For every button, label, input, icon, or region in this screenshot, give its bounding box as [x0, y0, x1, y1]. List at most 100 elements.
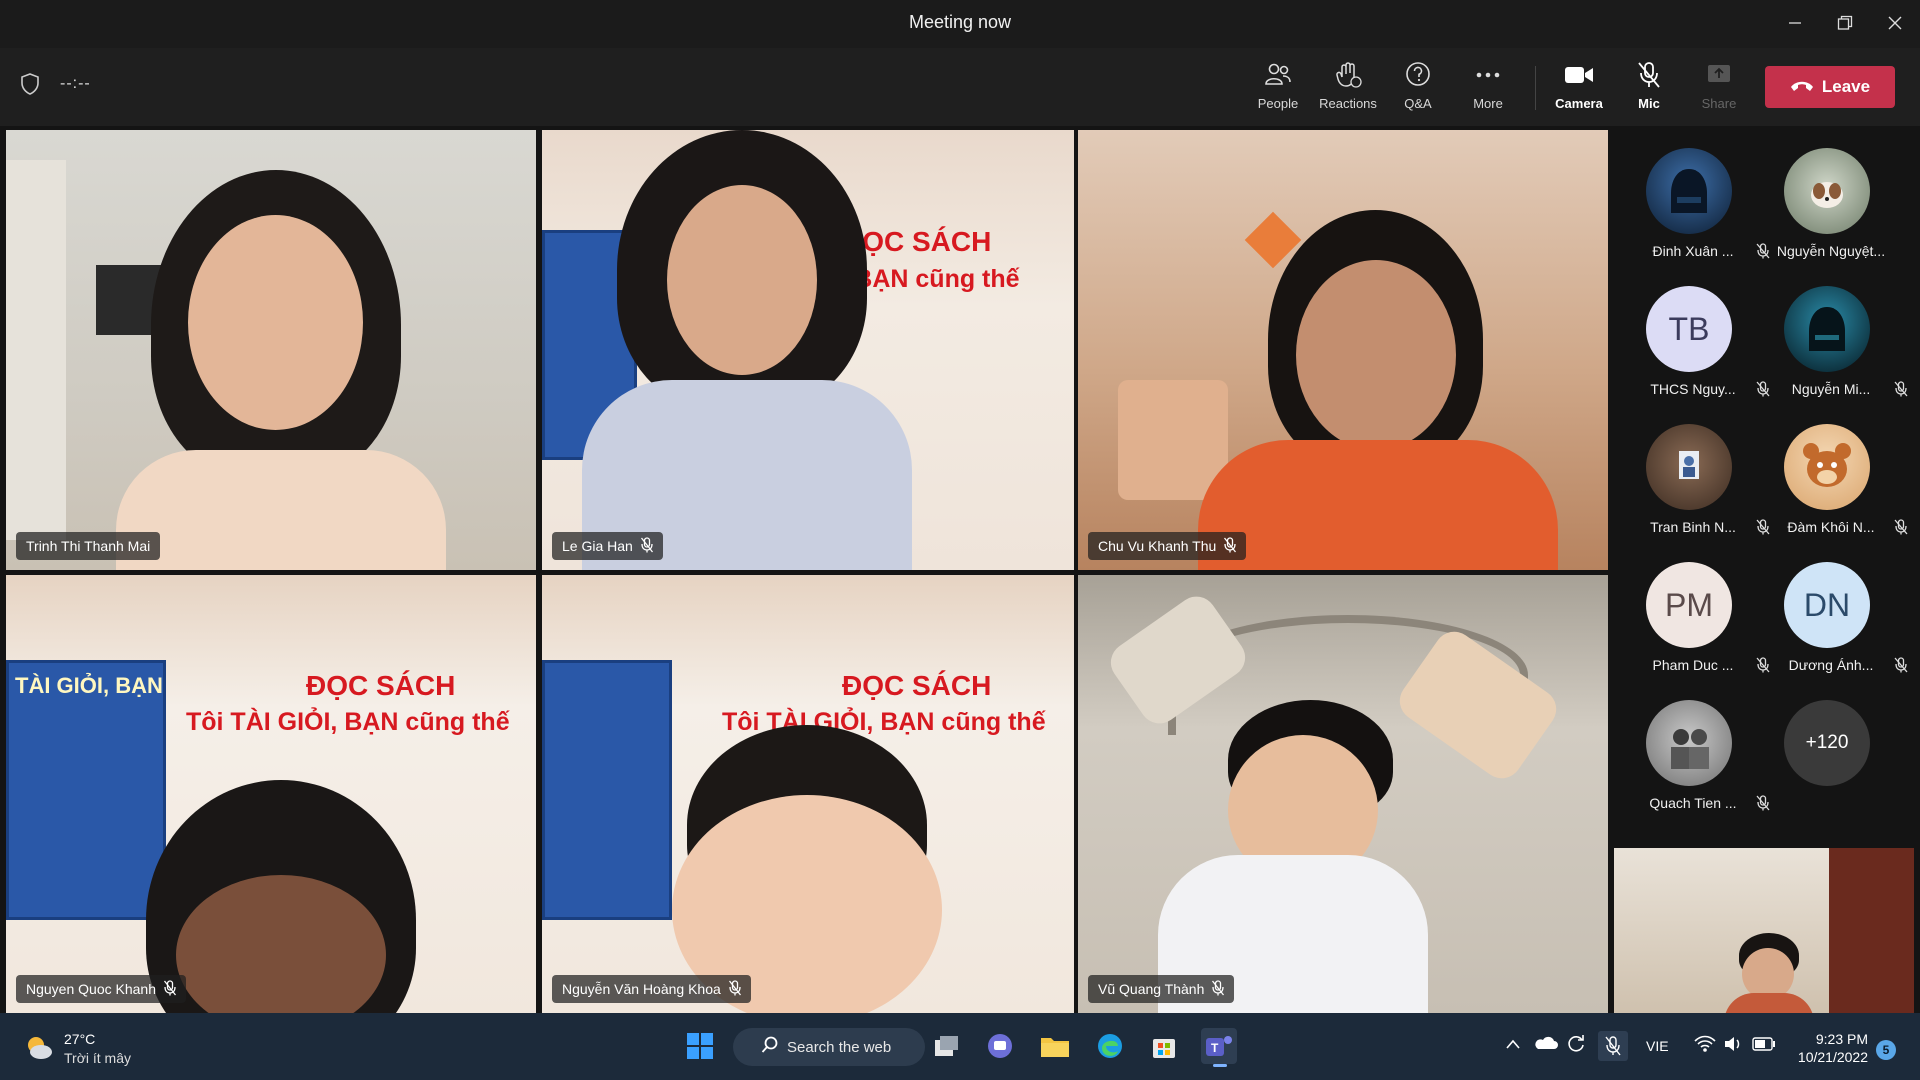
task-view-icon — [935, 1036, 958, 1056]
participant-roster: Đinh Xuân ... Nguyễn Nguyệt... TB THCS N… — [1612, 130, 1920, 842]
mic-muted-icon — [1224, 536, 1237, 556]
mic-muted-icon — [1894, 381, 1908, 397]
roster-participant[interactable]: Nguyễn Mi... — [1762, 268, 1908, 398]
reactions-button[interactable]: Reactions — [1316, 60, 1380, 116]
roster-participant[interactable]: PM Pham Duc ... — [1624, 544, 1770, 674]
avatar-initials: TB — [1646, 286, 1732, 372]
minimize-icon — [1789, 22, 1801, 24]
windows-logo-icon — [687, 1033, 713, 1059]
more-label: More — [1473, 96, 1503, 111]
participant-name: Nguyen Quoc Khanh — [26, 981, 156, 997]
more-participants-button[interactable]: +120 — [1762, 682, 1900, 812]
mic-muted-tray-icon[interactable] — [1598, 1031, 1628, 1061]
qa-button[interactable]: Q&A — [1386, 60, 1450, 116]
more-button[interactable]: More — [1456, 60, 1520, 116]
battery-icon[interactable] — [1752, 1037, 1776, 1056]
edge-browser-button[interactable] — [1092, 1028, 1128, 1064]
chevron-up-icon[interactable] — [1505, 1037, 1521, 1055]
share-icon — [1704, 60, 1734, 90]
video-tile[interactable]: Trinh Thi Thanh Mai — [6, 130, 536, 570]
weather-icon[interactable] — [22, 1032, 54, 1067]
notification-badge[interactable]: 5 — [1876, 1040, 1896, 1060]
roster-name: Quach Tien ... — [1649, 795, 1737, 811]
weather-temperature[interactable]: 27°C — [64, 1031, 95, 1047]
participant-face — [188, 215, 363, 430]
roster-name: Đinh Xuân ... — [1652, 243, 1734, 259]
people-icon — [1263, 60, 1293, 90]
taskbar-search[interactable]: Search the web — [733, 1028, 925, 1066]
roster-name: THCS Nguy... — [1650, 381, 1736, 397]
mic-button[interactable]: Mic — [1617, 60, 1681, 116]
roster-participant[interactable]: Quach Tien ... — [1624, 682, 1770, 812]
chat-app-button[interactable] — [982, 1028, 1018, 1064]
windows-taskbar: 27°C Trời ít mây Search the web T VIE 9:… — [0, 1013, 1920, 1080]
people-button[interactable]: People — [1246, 60, 1310, 116]
volume-icon[interactable] — [1724, 1035, 1744, 1058]
poster-title: ĐỌC SÁCH — [842, 670, 992, 701]
weather-description[interactable]: Trời ít mây — [64, 1050, 131, 1066]
search-label: Search the web — [787, 1038, 892, 1056]
wifi-icon[interactable] — [1694, 1035, 1716, 1058]
camera-button[interactable]: Camera — [1547, 60, 1611, 116]
self-view-video[interactable] — [1614, 848, 1914, 1013]
more-icon — [1473, 60, 1503, 90]
avatar — [1784, 424, 1870, 510]
leave-button[interactable]: Leave — [1765, 66, 1895, 108]
wooden-door — [1829, 848, 1914, 1013]
minimize-button[interactable] — [1775, 8, 1815, 38]
video-tile[interactable]: Vũ Quang Thành — [1078, 575, 1608, 1013]
roster-participant[interactable]: DN Dương Ánh... — [1762, 544, 1908, 674]
mic-muted-icon — [640, 536, 653, 556]
store-button[interactable] — [1146, 1028, 1182, 1064]
start-button[interactable] — [682, 1028, 718, 1064]
svg-text:T: T — [1211, 1041, 1219, 1055]
avatar — [1646, 424, 1732, 510]
mic-label: Mic — [1638, 96, 1660, 111]
close-icon — [1888, 16, 1902, 30]
restore-button[interactable] — [1825, 8, 1865, 38]
participant-name-tag: Nguyen Quoc Khanh — [16, 975, 186, 1003]
avatar — [1646, 148, 1732, 234]
mic-off-icon — [1634, 60, 1664, 90]
roster-name: Đàm Khôi N... — [1787, 519, 1875, 535]
mic-muted-icon — [163, 979, 176, 999]
roster-participant[interactable]: Đàm Khôi N... — [1762, 406, 1908, 536]
roster-participant[interactable]: TB THCS Nguy... — [1624, 268, 1770, 398]
roster-name: Tran Binh N... — [1650, 519, 1736, 535]
video-tile[interactable]: ĐỌC SÁCH ỎI, BẠN cũng thế Le Gia Han — [542, 130, 1074, 570]
video-tile[interactable]: Chu Vu Khanh Thu — [1078, 130, 1608, 570]
roster-participant[interactable]: Tran Binh N... — [1624, 406, 1770, 536]
participant-name: Vũ Quang Thành — [1098, 981, 1205, 997]
video-tile[interactable]: TÀI GIỎI, BẠN ĐỌC SÁCH Tôi TÀI GIỎI, BẠN… — [6, 575, 536, 1013]
close-button[interactable] — [1875, 8, 1915, 38]
roster-participant[interactable]: Nguyễn Nguyệt... — [1762, 130, 1900, 260]
teams-icon: T — [1206, 1036, 1232, 1056]
share-button[interactable]: Share — [1687, 60, 1751, 116]
chat-icon — [988, 1034, 1012, 1058]
edge-icon — [1098, 1034, 1122, 1058]
participant-name-tag: Le Gia Han — [552, 532, 663, 560]
avatar-initials: DN — [1784, 562, 1870, 648]
teams-button[interactable]: T — [1201, 1028, 1237, 1067]
participant-name-tag: Trinh Thi Thanh Mai — [16, 532, 161, 560]
mic-muted-icon — [1894, 519, 1908, 535]
roster-participant[interactable]: Đinh Xuân ... — [1624, 130, 1770, 260]
file-explorer-button[interactable] — [1037, 1028, 1073, 1064]
participant-shirt — [1198, 440, 1558, 570]
roster-name: Nguyễn Mi... — [1791, 381, 1871, 397]
overflow-count: +120 — [1784, 700, 1870, 786]
participant-shirt — [116, 450, 446, 570]
avatar-initials-text: TB — [1668, 310, 1710, 347]
input-language[interactable]: VIE — [1646, 1038, 1669, 1054]
participant-face — [1296, 260, 1456, 450]
task-view-button[interactable] — [928, 1028, 964, 1064]
onedrive-icon[interactable] — [1534, 1035, 1558, 1056]
camera-label: Camera — [1555, 96, 1603, 111]
system-clock[interactable]: 9:23 PM 10/21/2022 — [1788, 1030, 1868, 1066]
window-title: Meeting now — [908, 12, 1012, 32]
sync-icon[interactable] — [1566, 1033, 1586, 1058]
participant-name: Le Gia Han — [562, 538, 633, 554]
video-tile[interactable]: ĐỌC SÁCH Tôi TÀI GIỎI, BẠN cũng thế Nguy… — [542, 575, 1074, 1013]
overflow-count-text: +120 — [1805, 732, 1849, 753]
participant-name-tag: Chu Vu Khanh Thu — [1088, 532, 1247, 560]
